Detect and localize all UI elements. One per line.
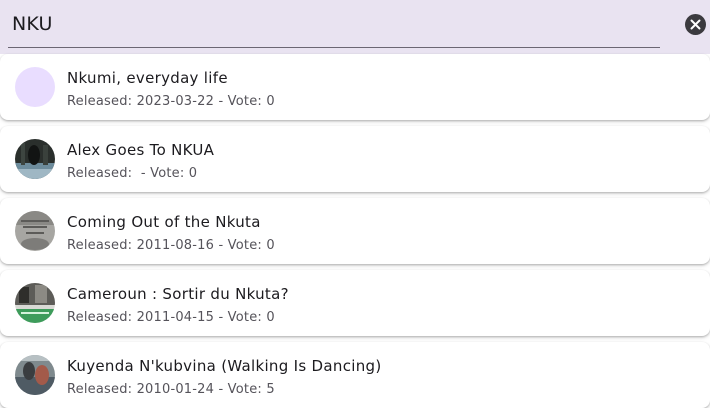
vote-count: 0 <box>266 238 275 253</box>
vote-label: - Vote: <box>136 166 189 181</box>
result-meta: Released: 2011-04-15 - Vote: 0 <box>67 310 275 325</box>
result-title: Cameroun : Sortir du Nkuta? <box>67 285 289 303</box>
released-label: Released: <box>67 382 137 397</box>
search-input[interactable]: NKU <box>12 12 652 36</box>
vote-count: 0 <box>266 94 275 109</box>
poster-avatar <box>15 283 55 323</box>
poster-avatar <box>15 355 55 395</box>
search-bar: NKU <box>0 0 710 54</box>
released-date: 2011-08-16 <box>136 238 215 253</box>
result-item[interactable]: Alex Goes To NKUA Released: - Vote: 0 <box>0 126 710 192</box>
result-title: Nkumi, everyday life <box>67 69 228 87</box>
result-title: Kuyenda N'kubvina (Walking Is Dancing) <box>67 357 382 375</box>
result-title: Alex Goes To NKUA <box>67 141 215 159</box>
poster-avatar <box>15 211 55 251</box>
result-meta: Released: 2011-08-16 - Vote: 0 <box>67 238 275 253</box>
released-date: 2023-03-22 <box>136 94 215 109</box>
result-title: Coming Out of the Nkuta <box>67 213 261 231</box>
search-underline <box>8 47 660 48</box>
result-meta: Released: 2010-01-24 - Vote: 5 <box>67 382 275 397</box>
vote-count: 0 <box>188 166 198 181</box>
vote-label: - Vote: <box>214 238 267 253</box>
released-date: 2010-01-24 <box>136 382 215 397</box>
result-item[interactable]: Cameroun : Sortir du Nkuta? Released: 20… <box>0 270 710 336</box>
result-item[interactable]: Nkumi, everyday life Released: 2023-03-2… <box>0 54 710 120</box>
released-label: Released: <box>67 166 137 181</box>
poster-avatar <box>15 139 55 179</box>
result-meta: Released: - Vote: 0 <box>67 166 197 181</box>
results-list: Nkumi, everyday life Released: 2023-03-2… <box>0 54 710 408</box>
avatar-placeholder <box>15 67 55 107</box>
clear-search-button[interactable] <box>685 14 706 35</box>
released-label: Released: <box>67 94 137 109</box>
vote-label: - Vote: <box>214 94 267 109</box>
result-meta: Released: 2023-03-22 - Vote: 0 <box>67 94 275 109</box>
close-icon <box>690 19 701 30</box>
result-item[interactable]: Kuyenda N'kubvina (Walking Is Dancing) R… <box>0 342 710 408</box>
vote-label: - Vote: <box>214 382 267 397</box>
vote-count: 5 <box>266 382 275 397</box>
released-label: Released: <box>67 310 137 325</box>
result-item[interactable]: Coming Out of the Nkuta Released: 2011-0… <box>0 198 710 264</box>
released-date: 2011-04-15 <box>136 310 215 325</box>
released-label: Released: <box>67 238 137 253</box>
vote-label: - Vote: <box>214 310 267 325</box>
vote-count: 0 <box>266 310 275 325</box>
